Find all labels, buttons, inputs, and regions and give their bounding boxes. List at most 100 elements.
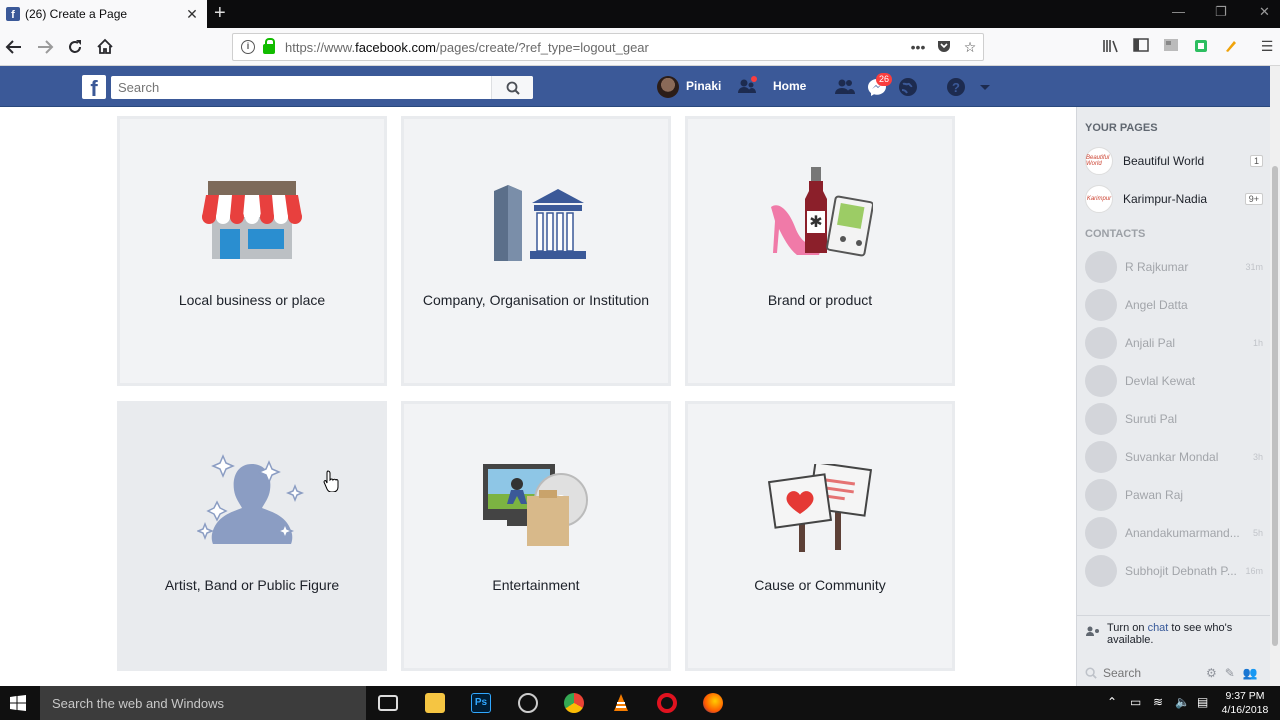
contact-avatar — [1085, 517, 1117, 549]
contact-avatar — [1085, 365, 1117, 397]
site-info-icon[interactable]: i — [241, 40, 255, 54]
search-button[interactable] — [491, 76, 533, 99]
home-icon[interactable] — [94, 36, 116, 58]
new-tab-icon[interactable]: + — [214, 3, 226, 23]
category-card-cause-community[interactable]: Cause or Community — [685, 401, 955, 671]
task-view-icon[interactable] — [378, 695, 398, 711]
contact-item[interactable]: Angel Datta — [1085, 289, 1263, 321]
scrollbar-thumb[interactable] — [1272, 166, 1278, 646]
contact-item[interactable]: Devlal Kewat — [1085, 365, 1263, 397]
search-icon — [1085, 667, 1097, 679]
tab-close-icon[interactable]: ✕ — [183, 6, 201, 23]
chat-search-input[interactable] — [1103, 666, 1198, 680]
contact-item[interactable]: Anandakumarmand... 5h — [1085, 517, 1263, 549]
window-close-icon[interactable]: ✕ — [1259, 4, 1270, 20]
brush-extension-icon[interactable] — [1222, 38, 1240, 56]
home-link[interactable]: Home — [773, 79, 806, 93]
turn-on-chat-note: Turn on chat to see who's available. — [1077, 615, 1271, 660]
contact-item[interactable]: Suvankar Mondal 3h — [1085, 441, 1263, 473]
forward-icon[interactable] — [34, 36, 56, 58]
minimize-icon[interactable]: — — [1172, 4, 1185, 19]
extension-icon[interactable] — [1162, 38, 1180, 56]
file-explorer-icon[interactable] — [425, 693, 445, 713]
contact-last-active: 31m — [1245, 262, 1263, 272]
photoshop-icon[interactable]: Ps — [471, 693, 491, 713]
chat-options-gear-icon[interactable]: ⚙ — [1206, 666, 1217, 680]
windows-start-icon[interactable] — [0, 686, 36, 720]
wifi-icon[interactable]: ≋ — [1153, 695, 1163, 709]
menu-icon[interactable]: ☰ — [1258, 38, 1276, 56]
contact-item[interactable]: Suruti Pal — [1085, 403, 1263, 435]
search-input[interactable] — [111, 76, 491, 99]
url-bar[interactable]: i https://www.facebook.com/pages/create/… — [232, 33, 984, 61]
storefront-icon — [202, 181, 302, 259]
obs-icon[interactable] — [518, 693, 538, 713]
url-path: /pages/create/?ref_type=logout_gear — [436, 39, 649, 55]
notifications-globe-icon[interactable] — [897, 76, 919, 98]
contact-item[interactable]: Subhojit Debnath P... 16m — [1085, 555, 1263, 587]
browser-tab[interactable]: f (26) Create a Page ✕ — [0, 0, 207, 28]
notification-center-icon[interactable]: ▤ — [1197, 695, 1208, 709]
maximize-icon[interactable]: ❐ — [1215, 4, 1227, 20]
chat-person-icon — [1086, 626, 1099, 636]
contact-item[interactable]: Anjali Pal 1h — [1085, 327, 1263, 359]
account-menu-chevron-down-icon[interactable] — [978, 76, 1000, 98]
page-item-karimpur-nadia[interactable]: Karimpur Karimpur-Nadia 9+ — [1085, 184, 1263, 214]
facebook-search — [111, 76, 533, 99]
brand-product-icon: ✱ — [771, 167, 873, 257]
bookmark-star-icon[interactable]: ☆ — [957, 39, 983, 56]
page-item-beautiful-world[interactable]: Beautiful World Beautiful World 1 — [1085, 146, 1263, 176]
contact-avatar — [1085, 403, 1117, 435]
lock-icon — [263, 38, 275, 54]
entertainment-media-icon — [483, 464, 588, 546]
clock-time: 9:37 PM — [1225, 690, 1265, 702]
find-friends-icon[interactable] — [736, 76, 758, 98]
library-icon[interactable] — [1102, 38, 1120, 56]
page-notification-badge: 9+ — [1244, 193, 1263, 205]
battery-icon[interactable]: ▭ — [1130, 695, 1141, 709]
url-text[interactable]: https://www.facebook.com/pages/create/?r… — [285, 40, 905, 55]
firefox-icon[interactable] — [703, 693, 723, 713]
user-name-link[interactable]: Pinaki — [686, 79, 721, 93]
evernote-extension-icon[interactable] — [1192, 38, 1210, 56]
page-scrollbar[interactable] — [1270, 66, 1280, 686]
url-domain: facebook.com — [355, 39, 437, 55]
category-card-company[interactable]: Company, Organisation or Institution — [401, 116, 671, 386]
turn-on-chat-link[interactable]: chat — [1148, 622, 1169, 634]
windows-taskbar: Search the web and Windows Ps ⌃ ▭ ≋ 🔈 ▤ … — [0, 686, 1280, 720]
chrome-icon[interactable] — [564, 693, 584, 713]
category-card-local-business[interactable]: Local business or place — [117, 116, 387, 386]
contact-last-active: 16m — [1245, 566, 1263, 576]
back-icon[interactable] — [3, 36, 25, 58]
friend-requests-icon[interactable] — [834, 76, 856, 98]
contact-last-active: 5h — [1252, 528, 1263, 538]
category-card-entertainment[interactable]: Entertainment — [401, 401, 671, 671]
your-pages-heading: YOUR PAGES — [1085, 122, 1158, 134]
url-prefix: https://www. — [285, 39, 356, 55]
create-group-icon[interactable]: 👥 — [1243, 666, 1258, 680]
opera-icon[interactable] — [657, 693, 677, 713]
page-name: Karimpur-Nadia — [1123, 192, 1208, 206]
user-avatar[interactable] — [657, 76, 679, 98]
contact-item[interactable]: Pawan Raj — [1085, 479, 1263, 511]
clock-date: 4/16/2018 — [1221, 704, 1269, 716]
new-message-icon[interactable]: ✎ — [1225, 666, 1235, 680]
contact-name: Devlal Kewat — [1125, 374, 1196, 388]
system-clock[interactable]: 9:37 PM 4/16/2018 — [1218, 689, 1272, 717]
category-card-brand-product[interactable]: ✱ Brand or product — [685, 116, 955, 386]
protest-signs-icon — [768, 464, 872, 552]
reload-icon[interactable] — [64, 36, 86, 58]
sidebar-toggle-icon[interactable] — [1132, 38, 1150, 56]
vlc-icon[interactable] — [611, 693, 631, 713]
category-label: Artist, Band or Public Figure — [164, 577, 340, 593]
taskbar-search-box[interactable]: Search the web and Windows — [40, 686, 366, 720]
contact-name: Pawan Raj — [1125, 488, 1184, 502]
help-icon[interactable]: ? — [945, 76, 967, 98]
pocket-icon[interactable] — [931, 39, 957, 56]
volume-icon[interactable]: 🔈 — [1175, 695, 1190, 709]
page-actions-icon[interactable]: ••• — [905, 39, 931, 55]
tray-expand-icon[interactable]: ⌃ — [1107, 695, 1117, 709]
facebook-logo[interactable]: f — [82, 75, 106, 99]
contact-item[interactable]: R Rajkumar 31m — [1085, 251, 1263, 283]
category-card-artist-public-figure[interactable]: Artist, Band or Public Figure — [117, 401, 387, 671]
